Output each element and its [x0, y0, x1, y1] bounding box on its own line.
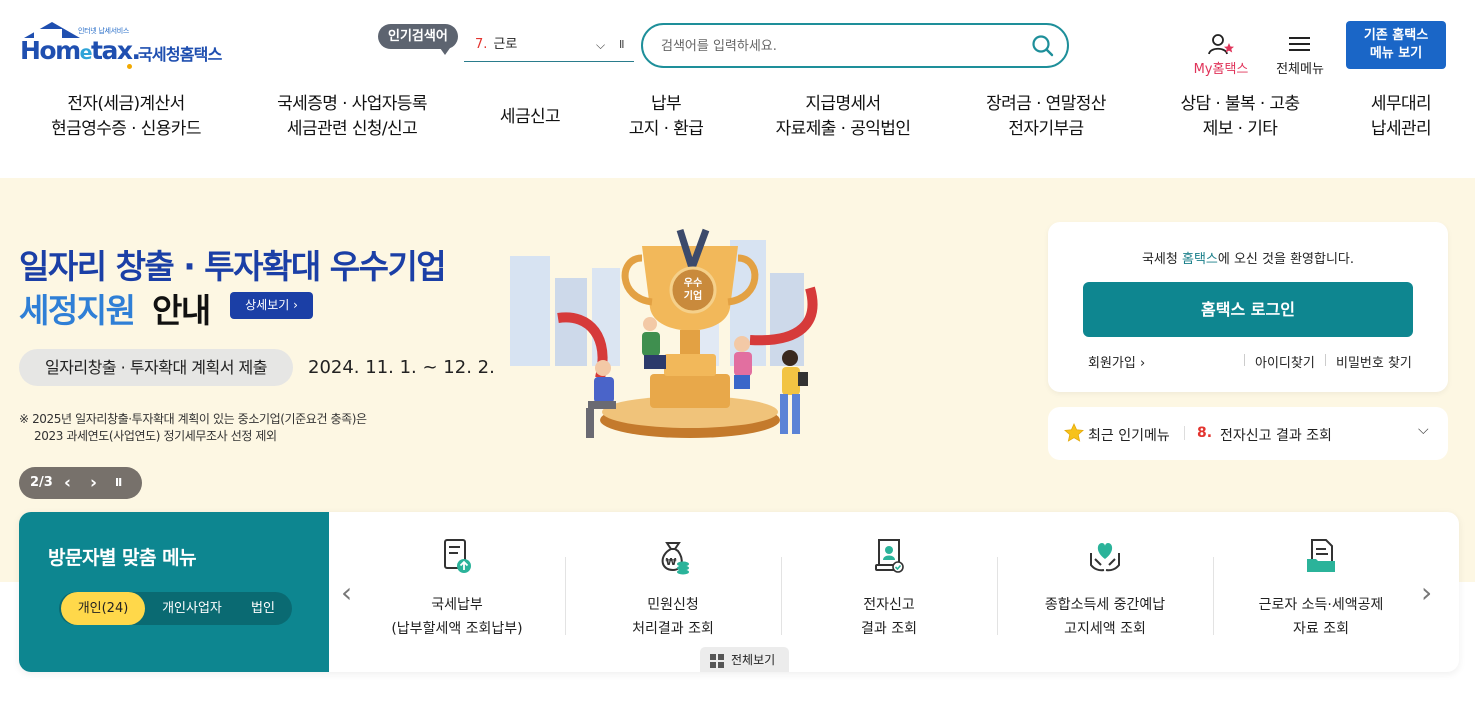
gnb-item-consult[interactable]: 상담 · 불복 · 고충 제보 · 기타: [1166, 92, 1314, 142]
gnb-item-agent[interactable]: 세무대리 납세관리: [1358, 92, 1444, 142]
svg-text:₩: ₩: [665, 557, 676, 568]
search-box: [641, 23, 1069, 68]
popular-keyword[interactable]: 근로: [493, 37, 517, 52]
tab-sole-proprietor[interactable]: 개인사업자: [149, 592, 235, 625]
search-input[interactable]: [661, 34, 1021, 58]
my-hometax-label: My홈택스: [1193, 62, 1249, 77]
view-all-button[interactable]: 전체보기: [700, 647, 789, 672]
banner-title-suffix: 안내: [152, 291, 211, 330]
popular-search-label: 인기검색어: [378, 24, 458, 55]
popular-keyword-dropdown[interactable]: 7. 근로 ⌵ II: [464, 30, 634, 62]
header: 인터넷 납세서비스 Hometax. 국세청홈택스 인기검색어 7. 근로 ⌵ I…: [0, 0, 1475, 178]
quick-menu-interim-prepayment[interactable]: 종합소득세 중간예납 고지세액 조회: [997, 537, 1213, 647]
banner-subtitle-pill: 일자리창출 · 투자확대 계획서 제출: [19, 349, 293, 386]
quick-menu-civil-petition[interactable]: ₩ 민원신청 처리결과 조회: [565, 537, 781, 647]
hometax-logo[interactable]: 인터넷 납세서비스 Hometax. 국세청홈택스: [20, 20, 250, 72]
tax-payment-icon: [444, 539, 471, 573]
trophy-badge-line1: 우수: [684, 277, 702, 289]
banner-period: 2024. 11. 1. ~ 12. 2.: [308, 357, 495, 378]
gnb-item-payment[interactable]: 납부 고지 · 환급: [606, 92, 726, 142]
old-menu-button[interactable]: 기존 홈택스 메뉴 보기: [1346, 21, 1446, 69]
find-id-link[interactable]: 아이디찾기: [1255, 352, 1315, 371]
gnb-item-e-invoice[interactable]: 전자(세금)계산서 현금영수증 · 신용카드: [40, 92, 212, 142]
quick-menu-tax-payment[interactable]: 국세납부 (납부할세액 조회납부): [349, 537, 565, 647]
popular-rank: 7.: [475, 37, 488, 52]
heart-hands-icon: [1090, 543, 1120, 572]
user-star-icon: [1208, 34, 1234, 55]
pager-pause-icon[interactable]: II: [115, 467, 122, 499]
pager-prev-icon[interactable]: ‹: [64, 467, 71, 499]
certificate-icon: [875, 539, 904, 573]
pager-count: 2/3: [30, 475, 53, 490]
login-button[interactable]: 홈택스 로그인: [1083, 282, 1413, 337]
popular-menu-label: 최근 인기메뉴: [1088, 428, 1170, 444]
quick-menu-worker-deduction[interactable]: 근로자 소득·세액공제 자료 조회: [1213, 537, 1429, 647]
signup-link[interactable]: 회원가입 ›: [1088, 352, 1145, 371]
quick-menu-e-filing[interactable]: 전자신고 결과 조회: [781, 537, 997, 647]
gnb-item-tax-return[interactable]: 세금신고: [480, 105, 580, 130]
search-icon[interactable]: [1031, 34, 1055, 58]
pager-next-icon[interactable]: ›: [90, 467, 97, 499]
main-navigation: 전자(세금)계산서 현금영수증 · 신용카드 국세증명 · 사업자등록 세금관련 신…: [0, 92, 1475, 148]
visitor-tabs: 개인(24) 개인사업자 법인: [59, 592, 292, 625]
my-hometax-button[interactable]: My홈택스: [1186, 32, 1256, 78]
gnb-item-incentive[interactable]: 장려금 · 연말정산 전자기부금: [972, 92, 1120, 142]
banner-title-highlight: 세정지원: [19, 291, 136, 330]
gnb-item-certificate[interactable]: 국세증명 · 사업자등록 세금관련 신청/신고: [262, 92, 442, 142]
all-menu-label: 전체메뉴: [1276, 62, 1324, 77]
visitor-custom-menu: 방문자별 맞춤 메뉴 개인(24) 개인사업자 법인 ‹ › 국세납부 (납부할…: [19, 512, 1459, 672]
gnb-item-payment-statement[interactable]: 지급명세서 자료제출 · 공익법인: [762, 92, 924, 142]
banner-note-line2: 2023 과세연도(사업연도) 정기세무조사 선정 제외: [34, 429, 277, 443]
banner-detail-button[interactable]: 상세보기 ›: [230, 292, 313, 319]
recent-popular-menu[interactable]: 최근 인기메뉴 8. 전자신고 결과 조회 ⌵: [1048, 407, 1448, 460]
chevron-down-icon[interactable]: ⌵: [596, 30, 605, 60]
money-bag-icon: ₩: [661, 542, 689, 575]
find-password-link[interactable]: 비밀번호 찾기: [1336, 352, 1412, 371]
logo-wordmark: Hometax.: [20, 36, 141, 65]
grid-icon: [710, 654, 724, 668]
logo-tagline: 인터넷 납세서비스: [78, 27, 130, 35]
popular-menu-rank: 8.: [1197, 425, 1213, 441]
popular-menu-value[interactable]: 전자신고 결과 조회: [1220, 425, 1332, 445]
pause-icon[interactable]: II: [619, 30, 624, 60]
all-menu-button[interactable]: 전체메뉴: [1268, 32, 1332, 78]
hamburger-icon: [1289, 37, 1310, 51]
banner-note-line1: ※ 2025년 일자리창출·투자확대 계획이 있는 중소기업(기준요건 충족)은: [19, 412, 367, 426]
tab-individual[interactable]: 개인(24): [61, 592, 145, 625]
login-card: 국세청 홈택스에 오신 것을 환영합니다. 홈택스 로그인 회원가입 › 아이디…: [1048, 222, 1448, 392]
welcome-message: 국세청 홈택스에 오신 것을 환영합니다.: [1141, 252, 1355, 267]
star-icon: [1064, 423, 1084, 442]
trophy-badge-line2: 기업: [684, 289, 702, 302]
banner-title-line1: 일자리 창출 · 투자확대 우수기업: [19, 247, 447, 286]
chevron-down-icon[interactable]: ⌵: [1418, 422, 1429, 438]
tab-corporation[interactable]: 법인: [237, 592, 289, 625]
logo-korean: 국세청홈택스: [138, 45, 222, 64]
document-folder-icon: [1307, 539, 1335, 572]
trophy-illustration: 우수 기업: [510, 228, 818, 438]
banner-pager: 2/3 ‹ › II: [19, 467, 142, 499]
visitor-menu-title: 방문자별 맞춤 메뉴: [48, 547, 197, 569]
visitor-menu-sidebar: 방문자별 맞춤 메뉴 개인(24) 개인사업자 법인: [19, 512, 329, 672]
